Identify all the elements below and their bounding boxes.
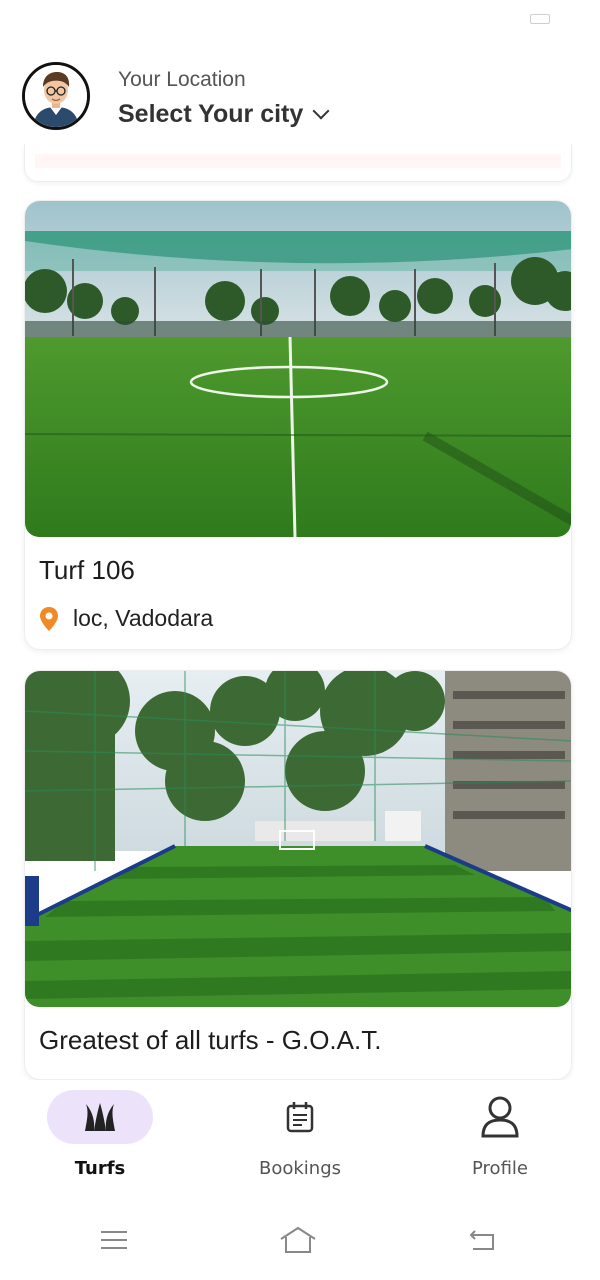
menu-icon (101, 1231, 127, 1249)
tab-turfs-indicator (47, 1090, 153, 1144)
turf-location: loc, Vadodara (39, 605, 213, 632)
turf-image (25, 201, 571, 537)
location-header: Your Location Select Your city (22, 62, 578, 134)
tab-turfs[interactable]: Turfs (0, 1090, 200, 1190)
tab-bookings-label: Bookings (258, 1158, 341, 1179)
turf-name: Turf 106 (39, 555, 135, 585)
avatar-illustration (25, 65, 87, 127)
tab-bookings[interactable]: Bookings (200, 1090, 400, 1190)
home-icon (280, 1226, 316, 1253)
turf-card[interactable]: Greatest of all turfs - G.O.A.T. (24, 670, 572, 1080)
turf-name: Greatest of all turfs - G.O.A.T. (39, 1025, 382, 1055)
back-icon (469, 1230, 494, 1250)
location-label: Your Location (118, 68, 246, 91)
location-pin-icon (40, 606, 58, 631)
status-bar (0, 0, 600, 40)
menu-button[interactable] (94, 1224, 134, 1256)
avatar[interactable] (22, 62, 90, 130)
turf-location-text: loc, Vadodara (73, 605, 214, 631)
turf-image (25, 671, 571, 1007)
city-selector-label: Select Your city (118, 100, 304, 128)
chevron-down-icon (312, 102, 330, 119)
tab-profile[interactable]: Profile (400, 1090, 600, 1190)
city-selector[interactable]: Select Your city (118, 100, 330, 129)
bottom-navigation: Turfs Bookings Profile (0, 1080, 600, 1200)
turf-card[interactable]: Turf 106 loc, Vadodara (24, 200, 572, 650)
home-button[interactable] (278, 1224, 318, 1256)
back-button[interactable] (462, 1224, 502, 1256)
grass-icon (85, 1103, 115, 1131)
previous-turf-card[interactable] (24, 144, 572, 182)
system-navigation (0, 1200, 600, 1280)
battery-icon (530, 14, 550, 24)
tab-turfs-label: Turfs (74, 1158, 126, 1179)
person-icon (481, 1096, 519, 1138)
calendar-icon (286, 1102, 314, 1133)
tab-profile-label: Profile (472, 1158, 528, 1179)
